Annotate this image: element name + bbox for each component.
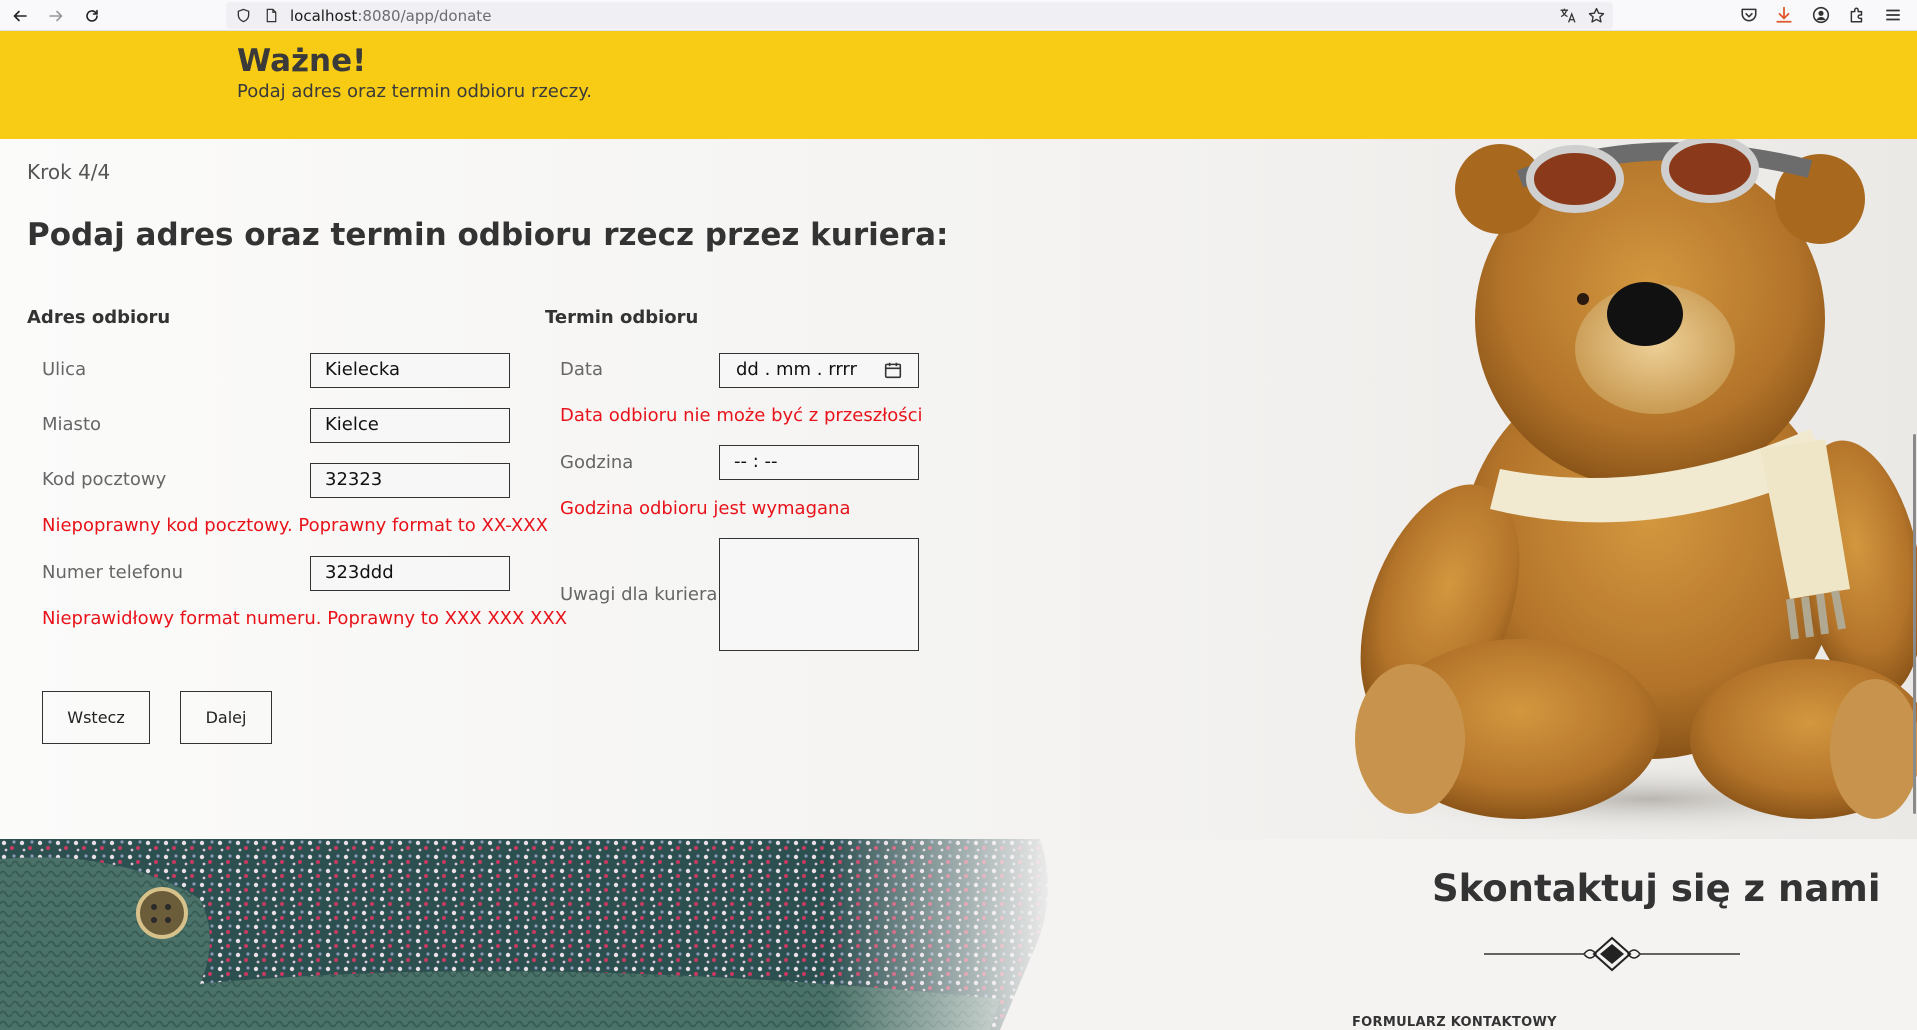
courier-notes-textarea[interactable] (719, 538, 919, 651)
menu-icon[interactable] (1884, 6, 1902, 24)
pickup-section-title: Termin odbioru (545, 307, 699, 328)
date-error: Data odbioru nie może być z przeszłości (560, 405, 923, 426)
browser-toolbar: localhost:8080/app/donate (0, 0, 1917, 31)
contact-title: Skontaktuj się z nami (1432, 867, 1881, 910)
banner-title: Ważne! (237, 43, 367, 79)
time-label: Godzina (560, 452, 634, 473)
back-button[interactable]: Wstecz (42, 691, 150, 744)
contact-form-subtitle: FORMULARZ KONTAKTOWY (1352, 1015, 1557, 1030)
courier-notes-label: Uwagi dla kuriera (560, 584, 718, 605)
translate-icon[interactable] (1559, 7, 1576, 24)
knitted-clothes-image (0, 839, 1060, 1030)
time-error: Godzina odbioru jest wymagana (560, 498, 851, 519)
important-banner: Ważne! Podaj adres oraz termin odbioru r… (0, 31, 1917, 139)
city-input[interactable]: Kielce (310, 408, 510, 443)
url-host: localhost (290, 7, 358, 25)
phone-label: Numer telefonu (42, 562, 183, 583)
date-label: Data (560, 359, 603, 380)
shield-icon[interactable] (236, 8, 251, 23)
phone-error: Nieprawidłowy format numeru. Poprawny to… (42, 608, 568, 629)
street-label: Ulica (42, 359, 87, 380)
postcode-input[interactable]: 32323 (310, 463, 510, 498)
page-icon[interactable] (264, 8, 279, 23)
time-input[interactable]: -- : -- (719, 445, 919, 480)
back-arrow-icon[interactable] (8, 4, 32, 28)
extensions-icon[interactable] (1848, 6, 1866, 24)
pocket-icon[interactable] (1740, 6, 1758, 24)
url-path: :8080/app/donate (357, 7, 492, 25)
step-indicator: Krok 4/4 (27, 160, 111, 184)
bookmark-star-icon[interactable] (1588, 7, 1605, 24)
contact-footer: Skontaktuj się z nami FORMULARZ KONTAKTO… (0, 839, 1917, 1030)
url-text[interactable]: localhost:8080/app/donate (290, 7, 491, 25)
postcode-error: Niepoprawny kod pocztowy. Poprawny forma… (42, 515, 548, 536)
download-icon[interactable] (1775, 6, 1793, 24)
banner-text: Podaj adres oraz termin odbioru rzeczy. (237, 81, 593, 102)
address-section-title: Adres odbioru (27, 307, 171, 328)
forward-arrow-icon[interactable] (44, 4, 68, 28)
phone-input[interactable]: 323ddd (310, 556, 510, 591)
donate-form-section: Krok 4/4 Podaj adres oraz termin odbioru… (0, 139, 1917, 839)
city-label: Miasto (42, 414, 102, 435)
form-heading: Podaj adres oraz termin odbioru rzecz pr… (27, 217, 949, 253)
ornament-divider-icon (1484, 936, 1740, 972)
date-input[interactable]: dd . mm . rrrr (719, 353, 919, 388)
next-button[interactable]: Dalej (180, 691, 272, 744)
url-bar[interactable]: localhost:8080/app/donate (226, 2, 1613, 29)
page-scrollbar[interactable] (1913, 434, 1916, 814)
reload-icon[interactable] (80, 4, 104, 28)
street-input[interactable]: Kielecka (310, 353, 510, 388)
date-placeholder: dd . mm . rrrr (736, 359, 857, 380)
calendar-icon[interactable] (884, 361, 902, 379)
teddy-bear-image (1350, 139, 1917, 837)
postcode-label: Kod pocztowy (42, 469, 167, 490)
account-icon[interactable] (1812, 6, 1830, 24)
time-placeholder: -- : -- (734, 451, 778, 472)
